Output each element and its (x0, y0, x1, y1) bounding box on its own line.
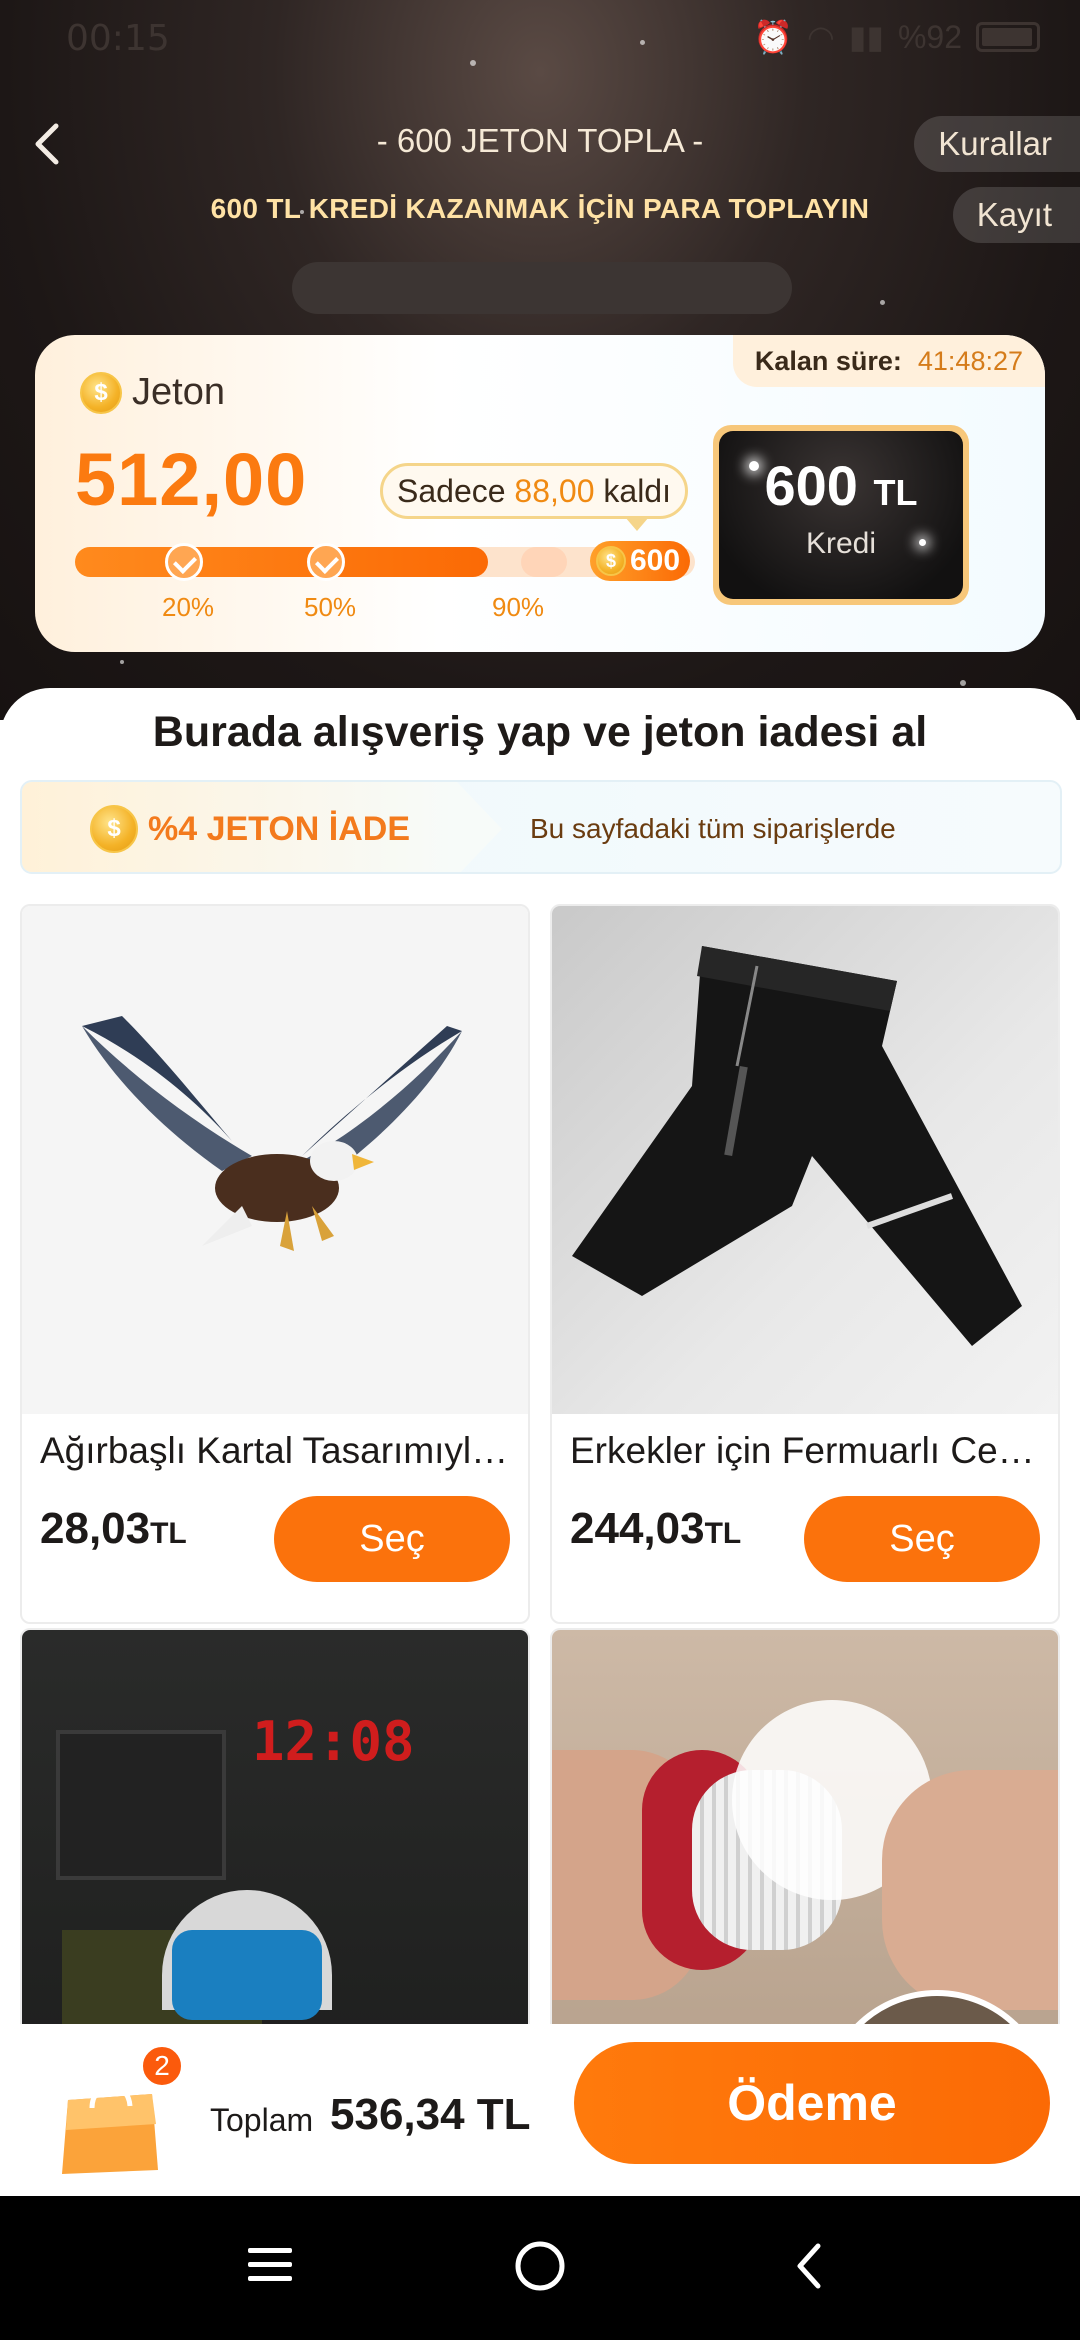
system-navigation-bar (0, 2196, 1080, 2340)
alarm-icon: ⏰ (752, 19, 793, 55)
jeton-balance: 512,00 (75, 438, 308, 521)
product-sheet: Burada alışveriş yap ve jeton iadesi al … (0, 688, 1080, 2138)
goal-label: 600 (630, 544, 681, 577)
jeton-header: $ Jeton (80, 371, 225, 414)
projected-time: 12:08 (252, 1710, 415, 1773)
checkout-bar: 2 Toplam 536,34 TL Ödeme (0, 2024, 1080, 2196)
remaining-bubble: Sadece 88,00 kaldı (380, 463, 688, 519)
tv-frame (56, 1730, 226, 1880)
payment-button[interactable]: Ödeme (574, 2042, 1050, 2164)
section-title: Burada alışveriş yap ve jeton iadesi al (152, 708, 928, 756)
pants-image (572, 946, 1022, 1346)
select-button[interactable]: Seç (804, 1496, 1040, 1582)
records-button[interactable]: Kayıt (952, 187, 1080, 243)
hand-right (882, 1770, 1058, 2010)
credit-reward: 600 TL Kredi (713, 425, 969, 605)
price-value: 244,03 (570, 1504, 705, 1553)
total-value: 536,34 TL (330, 2090, 531, 2139)
total-label: Toplam (210, 2102, 314, 2138)
cashback-description: Bu sayfadaki tüm siparişlerde (530, 813, 896, 844)
battery-percent: %92 (897, 18, 962, 55)
milestone-label: 20% (162, 592, 215, 622)
product-image-pants[interactable] (552, 906, 1058, 1414)
status-bar: 00:15 ⏰ ◠ ▮▮ %92 (0, 0, 1080, 76)
menu-icon[interactable] (244, 2238, 296, 2290)
jeton-card: Kalan süre: 41:48:27 $ Jeton 512,00 Sade… (35, 335, 1045, 652)
credit-amount: 600 TL (719, 453, 963, 518)
product-price: 28,03TL (40, 1504, 187, 1554)
price-value: 28,03 (40, 1504, 151, 1553)
jeton-label: Jeton (132, 371, 225, 413)
product-price: 244,03TL (570, 1504, 741, 1554)
page-subtitle: 600 TL KREDİ KAZANMAK İÇİN PARA TOPLAYIN (210, 193, 870, 224)
remaining-prefix: Sadece (397, 473, 515, 509)
remaining-suffix: kaldı (594, 473, 671, 509)
marquee-bar (292, 262, 792, 314)
price-currency: TL (150, 1517, 187, 1550)
home-icon[interactable] (512, 2238, 568, 2294)
cashback-tag: $ %4 JETON İADE (22, 782, 502, 872)
timer-label: Kalan süre: (754, 345, 902, 376)
milestone-label: 90% (492, 592, 545, 622)
eagle-image (82, 1016, 462, 1251)
timer-value: 41:48:27 (917, 345, 1023, 376)
milestone-check-icon (307, 543, 345, 581)
bubble-tail (625, 517, 649, 531)
coin-icon: $ (90, 805, 138, 853)
cart-count-badge: 2 (140, 2044, 184, 2088)
wifi-icon: ◠ (806, 19, 835, 55)
cashback-label: %4 JETON İADE (148, 809, 411, 848)
goal-chip: $ 600 (590, 541, 691, 581)
select-button[interactable]: Seç (274, 1496, 510, 1582)
signal-icon: ▮▮ (848, 19, 884, 55)
progress-fill (75, 547, 488, 577)
credit-label: Kredi (805, 527, 877, 560)
countdown-timer: Kalan süre: 41:48:27 (732, 335, 1045, 387)
status-icons: ⏰ ◠ ▮▮ %92 (753, 18, 1040, 56)
product-name[interactable]: Ağırbaşlı Kartal Tasarımıyla Araba Çıkar… (40, 1430, 520, 1472)
clock-screen (172, 1930, 322, 2020)
price-currency: TL (704, 1517, 742, 1550)
credit-currency: TL (873, 472, 918, 513)
remaining-value: 88,00 (514, 473, 595, 509)
progress-knob (521, 547, 567, 577)
milestone-label: 50% (304, 592, 357, 622)
product-image-eagle[interactable] (22, 906, 528, 1414)
rules-button[interactable]: Kurallar (914, 116, 1080, 172)
coin-icon: $ (80, 371, 122, 414)
cashback-banner: $ %4 JETON İADE Bu sayfadaki tüm sipariş… (20, 780, 1062, 874)
status-time: 00:15 (66, 18, 170, 59)
product-name[interactable]: Erkekler için Fermuarlı Cepli Eşofman Al… (570, 1430, 1050, 1472)
back-icon[interactable] (790, 2238, 830, 2294)
product-card[interactable]: Erkekler için Fermuarlı Cepli Eşofman Al… (550, 904, 1060, 1624)
milestone-check-icon (165, 543, 203, 581)
battery-icon (976, 22, 1040, 52)
coin-icon: $ (596, 546, 626, 576)
credit-value: 600 (764, 454, 858, 517)
product-card[interactable]: Ağırbaşlı Kartal Tasarımıyla Araba Çıkar… (20, 904, 530, 1624)
